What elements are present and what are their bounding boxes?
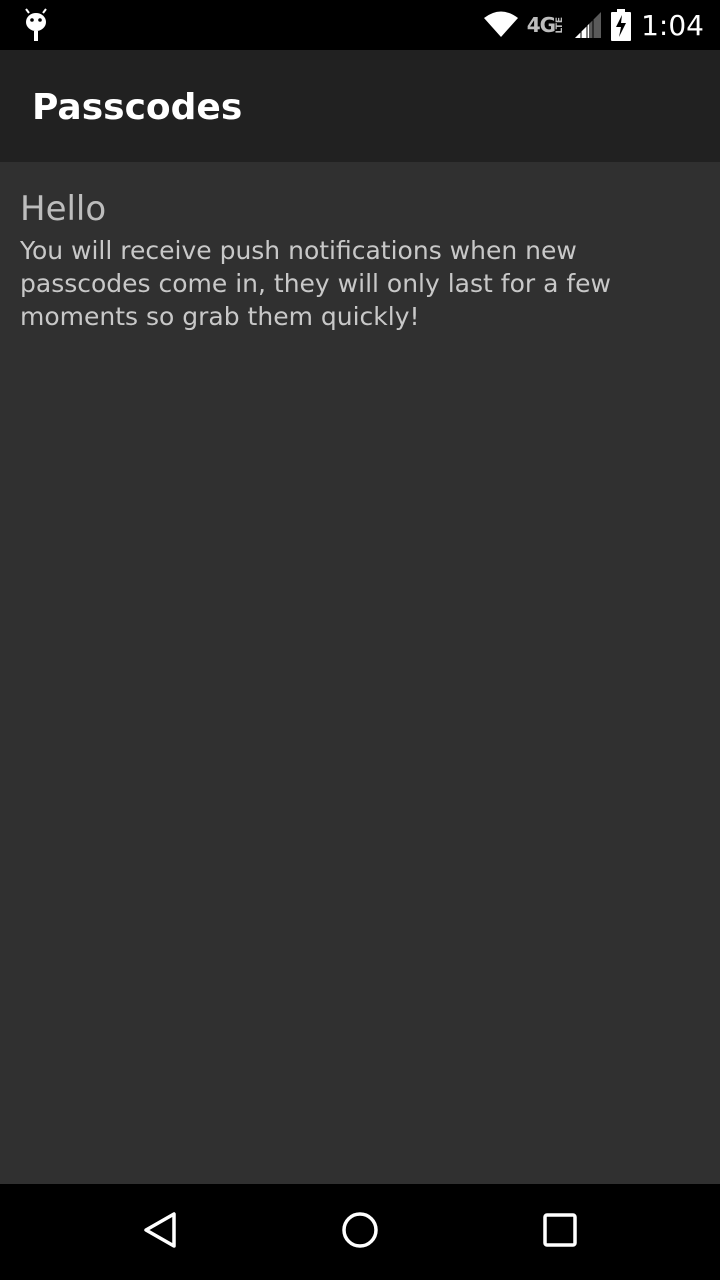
back-icon <box>140 1210 180 1254</box>
home-button[interactable] <box>330 1202 390 1262</box>
navigation-bar <box>0 1184 720 1280</box>
status-time: 1:04 <box>641 8 704 42</box>
app-bar: Passcodes <box>0 50 720 162</box>
greeting-heading: Hello <box>20 189 107 229</box>
battery-charging-icon <box>611 9 632 41</box>
home-icon <box>340 1210 380 1254</box>
info-message: You will receive push notifications when… <box>20 236 611 331</box>
wifi-icon <box>483 11 519 39</box>
network-4g-lte-icon: 4G LTE <box>527 13 565 37</box>
status-bar: 4G LTE 1:04 <box>0 0 720 50</box>
recents-icon <box>540 1210 580 1254</box>
main-content: Hello You will receive push notification… <box>0 162 720 1184</box>
android-debug-icon <box>22 8 50 42</box>
back-button[interactable] <box>130 1202 190 1262</box>
signal-icon <box>573 10 603 40</box>
network-sub-label: LTE <box>555 16 566 34</box>
page-title: Passcodes <box>32 87 243 128</box>
status-icons: 4G LTE 1:04 <box>475 0 704 50</box>
network-label: 4G <box>526 13 556 37</box>
recents-button[interactable] <box>530 1202 590 1262</box>
